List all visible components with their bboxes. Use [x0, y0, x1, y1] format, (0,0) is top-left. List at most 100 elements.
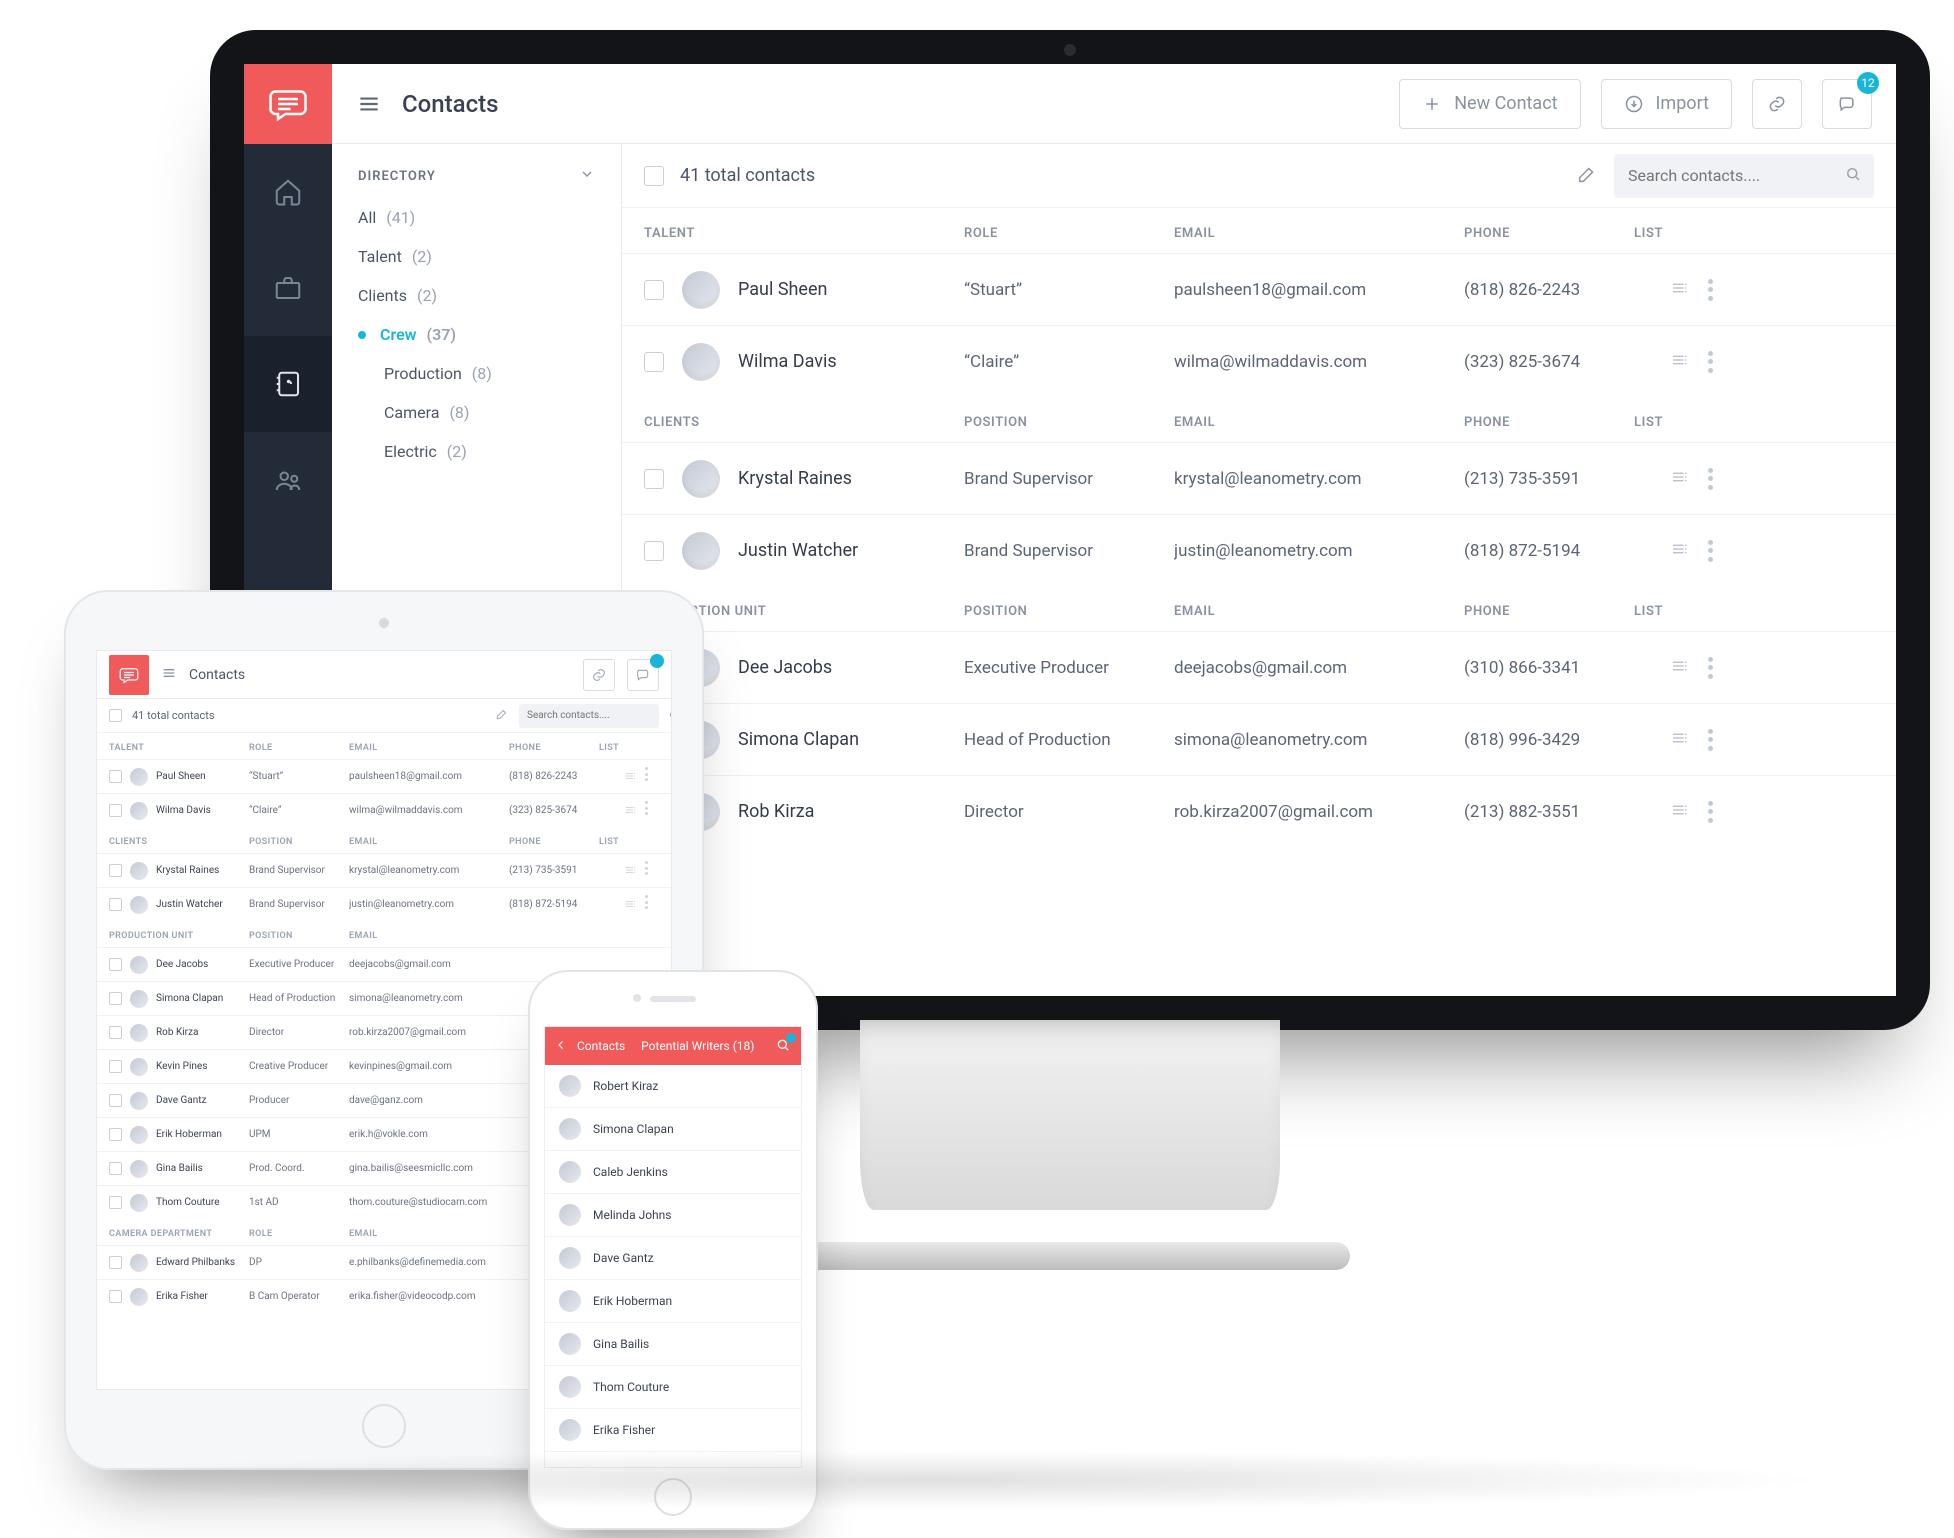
menu-button[interactable] — [356, 91, 382, 117]
tablet-search-input[interactable] — [519, 710, 668, 721]
row-checkbox[interactable] — [109, 1094, 122, 1107]
list-assign-button[interactable] — [623, 895, 637, 914]
contact-row[interactable]: Caleb Jenkins — [545, 1151, 801, 1194]
row-checkbox[interactable] — [109, 1196, 122, 1209]
contact-row[interactable]: Erika Fisher — [545, 1409, 801, 1452]
list-assign-button[interactable] — [1668, 657, 1690, 679]
row-checkbox[interactable] — [109, 770, 122, 783]
contact-row[interactable]: Robert Kiraz — [545, 1065, 801, 1108]
contact-row[interactable]: Krystal RainesBrand Supervisorkrystal@le… — [622, 442, 1896, 514]
list-assign-button[interactable] — [1668, 351, 1690, 373]
list-assign-button[interactable] — [1668, 801, 1690, 823]
contact-row[interactable]: Wilma Davis“Claire”wilma@wilmaddavis.com… — [622, 325, 1896, 397]
row-checkbox[interactable] — [644, 352, 664, 372]
row-menu-button[interactable] — [1708, 351, 1714, 373]
tablet-logo[interactable] — [109, 655, 149, 695]
tablet-chat-button[interactable] — [627, 659, 659, 691]
phone-back-label[interactable]: Contacts — [577, 1039, 625, 1053]
link-button[interactable] — [1752, 79, 1802, 129]
app-logo[interactable] — [244, 64, 332, 144]
contact-row[interactable]: Dave Gantz — [545, 1237, 801, 1280]
search-input[interactable] — [1614, 166, 1874, 185]
row-checkbox[interactable] — [644, 541, 664, 561]
search-box[interactable] — [1614, 154, 1874, 198]
list-assign-button[interactable] — [623, 861, 637, 880]
contact-row[interactable]: Wilma Davis“Claire”wilma@wilmaddavis.com… — [97, 793, 671, 827]
row-checkbox[interactable] — [109, 1128, 122, 1141]
contact-row[interactable]: Simona Clapan — [545, 1108, 801, 1151]
contact-row[interactable]: Dee JacobsExecutive Producerdeejacobs@gm… — [622, 631, 1896, 703]
tablet-select-all[interactable] — [109, 709, 122, 722]
row-menu-button[interactable] — [1708, 657, 1714, 679]
row-checkbox[interactable] — [644, 469, 664, 489]
directory-item-clients[interactable]: Clients (2) — [332, 276, 621, 315]
contact-row[interactable]: Paul Sheen“Stuart”paulsheen18@gmail.com(… — [97, 759, 671, 793]
select-all-checkbox[interactable] — [644, 166, 664, 186]
contact-name: Dave Gantz — [156, 1095, 207, 1106]
row-checkbox[interactable] — [109, 1060, 122, 1073]
row-checkbox[interactable] — [109, 1026, 122, 1039]
list-assign-button[interactable] — [623, 801, 637, 820]
new-contact-label: New Contact — [1454, 93, 1557, 114]
contact-row[interactable]: Simona ClapanHead of Productionsimona@le… — [622, 703, 1896, 775]
directory-item-all[interactable]: All (41) — [332, 198, 621, 237]
row-menu-button[interactable] — [645, 895, 649, 909]
phone-back-button[interactable] — [555, 1039, 567, 1054]
chat-icon — [1837, 94, 1857, 114]
directory-item-camera[interactable]: Camera (8) — [332, 393, 621, 432]
row-menu-button[interactable] — [1708, 468, 1714, 490]
row-checkbox[interactable] — [109, 992, 122, 1005]
nav-team[interactable] — [244, 432, 332, 528]
contact-email: deejacobs@gmail.com — [349, 959, 609, 970]
import-button[interactable]: Import — [1601, 79, 1732, 129]
row-checkbox[interactable] — [109, 1162, 122, 1175]
contact-row[interactable]: Erik Hoberman — [545, 1280, 801, 1323]
contact-row[interactable]: Gina Bailis — [545, 1323, 801, 1366]
list-assign-button[interactable] — [1668, 279, 1690, 301]
contact-row[interactable]: Justin WatcherBrand Supervisorjustin@lea… — [97, 887, 671, 921]
row-checkbox[interactable] — [109, 804, 122, 817]
directory-item-talent[interactable]: Talent (2) — [332, 237, 621, 276]
new-contact-button[interactable]: New Contact — [1399, 79, 1580, 129]
tablet-search[interactable] — [519, 704, 659, 728]
directory-header[interactable]: DIRECTORY — [332, 166, 621, 198]
tablet-compose-button[interactable] — [495, 706, 509, 725]
chat-button[interactable]: 12 — [1822, 79, 1872, 129]
contact-row[interactable]: Thom Couture — [545, 1366, 801, 1409]
list-assign-button[interactable] — [623, 767, 637, 786]
phone-navbar: Contacts Potential Writers (18) — [545, 1027, 801, 1065]
row-checkbox[interactable] — [109, 1256, 122, 1269]
row-checkbox[interactable] — [109, 958, 122, 971]
tablet-menu-button[interactable] — [161, 665, 177, 685]
tablet-link-button[interactable] — [583, 659, 615, 691]
directory-item-count: (41) — [386, 208, 415, 227]
directory-item-electric[interactable]: Electric (2) — [332, 432, 621, 471]
list-assign-button[interactable] — [1668, 540, 1690, 562]
row-menu-button[interactable] — [645, 767, 649, 781]
list-assign-button[interactable] — [1668, 468, 1690, 490]
row-checkbox[interactable] — [644, 280, 664, 300]
list-assign-button[interactable] — [1668, 729, 1690, 751]
nav-projects[interactable] — [244, 240, 332, 336]
compose-button[interactable] — [1576, 163, 1598, 189]
contact-row[interactable]: Justin WatcherBrand Supervisorjustin@lea… — [622, 514, 1896, 586]
directory-item-crew[interactable]: Crew (37) — [332, 315, 621, 354]
contact-row[interactable]: Paul Sheen“Stuart”paulsheen18@gmail.com(… — [622, 253, 1896, 325]
contact-row[interactable]: Krystal RainesBrand Supervisorkrystal@le… — [97, 853, 671, 887]
row-menu-button[interactable] — [1708, 279, 1714, 301]
directory-item-production[interactable]: Production (8) — [332, 354, 621, 393]
row-menu-button[interactable] — [645, 801, 649, 815]
row-menu-button[interactable] — [645, 861, 649, 875]
row-checkbox[interactable] — [109, 864, 122, 877]
row-menu-button[interactable] — [1708, 801, 1714, 823]
contact-row[interactable]: Melinda Johns — [545, 1194, 801, 1237]
phone-search-button[interactable] — [775, 1037, 791, 1056]
contact-row[interactable]: Rob KirzaDirectorrob.kirza2007@gmail.com… — [622, 775, 1896, 847]
nav-home[interactable] — [244, 144, 332, 240]
nav-contacts[interactable] — [244, 336, 332, 432]
row-menu-button[interactable] — [1708, 729, 1714, 751]
row-menu-button[interactable] — [1708, 540, 1714, 562]
row-checkbox[interactable] — [109, 898, 122, 911]
row-checkbox[interactable] — [109, 1290, 122, 1303]
contact-phone: (818) 872-5194 — [1464, 541, 1634, 561]
